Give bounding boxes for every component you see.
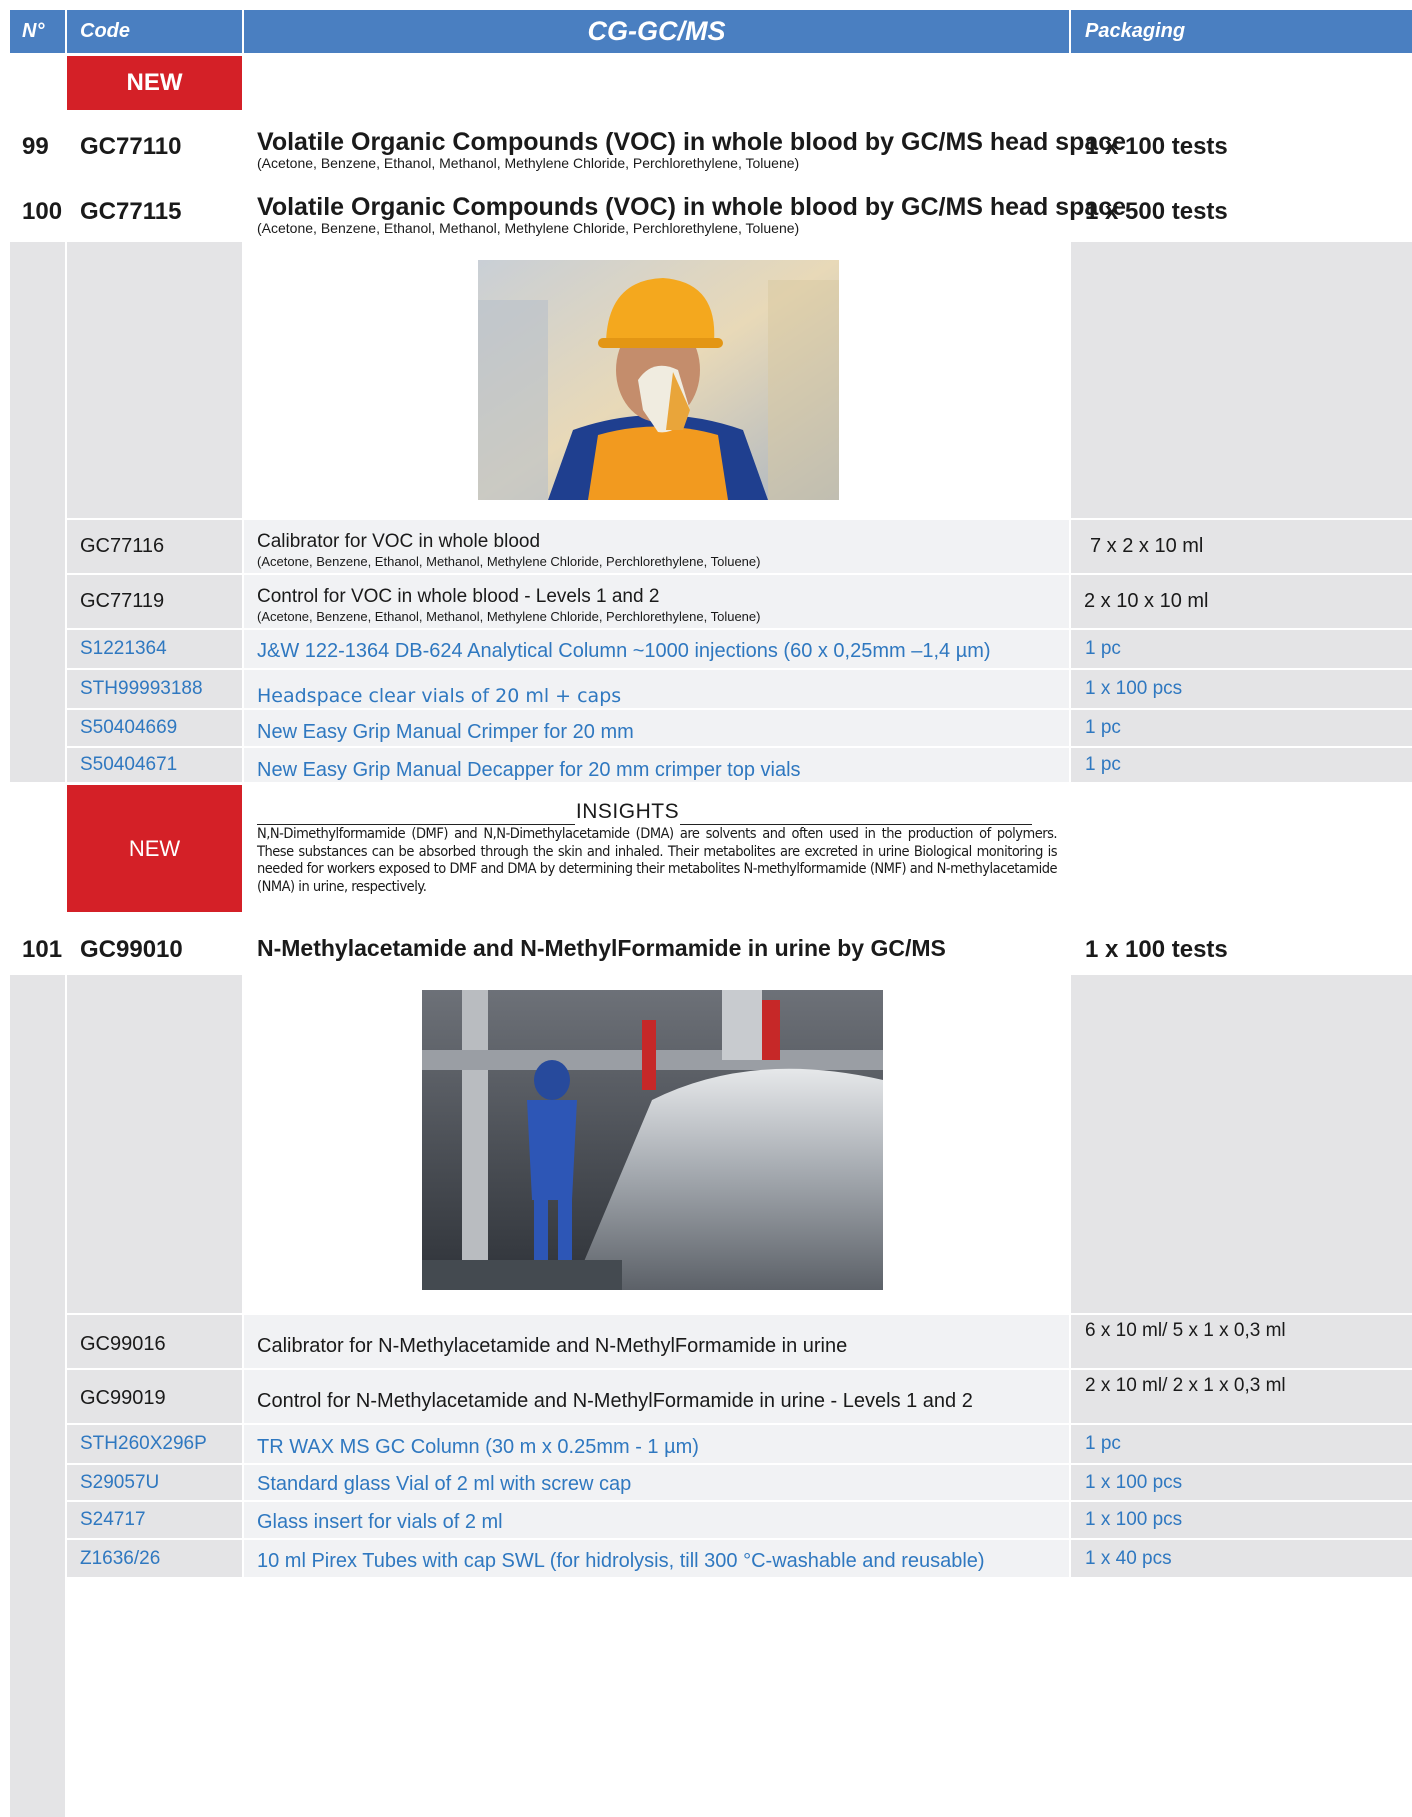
product-title: Volatile Organic Compounds (VOC) in whol… [257, 128, 1127, 156]
product-code: GC77115 [80, 198, 182, 225]
new-badge: NEW [67, 56, 242, 110]
table-row-packaging: 2 x 10 ml/ 2 x 1 x 0,3 ml [1071, 1370, 1412, 1423]
table-row-packaging: 1 pc [1071, 748, 1412, 782]
table-row-packaging: 1 x 100 pcs [1071, 1502, 1412, 1538]
table-row-packaging: 6 x 10 ml/ 5 x 1 x 0,3 ml [1071, 1315, 1412, 1368]
table-row-packaging: 2 x 10 x 10 ml [1071, 575, 1412, 628]
worker-coughing-photo [478, 260, 839, 500]
table-row-code: GC99016 [67, 1315, 242, 1368]
table-row-subtitle: (Acetone, Benzene, Ethanol, Methanol, Me… [257, 609, 761, 624]
product-title: Volatile Organic Compounds (VOC) in whol… [257, 193, 1127, 221]
table-row-description[interactable]: Standard glass Vial of 2 ml with screw c… [257, 1467, 631, 1502]
table-row-description: Calibrator for N-Methylacetamide and N-M… [257, 1334, 848, 1357]
insights-rule-right [680, 824, 1032, 825]
table-row-code[interactable]: S24717 [67, 1502, 242, 1538]
table-row-description[interactable]: J&W 122-1364 DB-624 Analytical Column ~1… [257, 632, 991, 670]
product-number: 99 [22, 133, 49, 160]
table-row-code[interactable]: STH260X296P [67, 1425, 242, 1463]
table-row-packaging: 1 pc [1071, 630, 1412, 668]
table-row-description[interactable]: New Easy Grip Manual Crimper for 20 mm [257, 714, 634, 750]
side-strip [10, 975, 65, 1817]
table-row-packaging: 1 x 100 pcs [1071, 1465, 1412, 1500]
table-row-description: Calibrator for VOC in whole blood [257, 531, 541, 552]
table-row-code[interactable]: STH99993188 [67, 670, 242, 708]
table-row-code: GC99019 [67, 1370, 242, 1423]
table-row-code[interactable]: Z1636/26 [67, 1540, 242, 1577]
header-code: Code [67, 10, 242, 53]
table-row-description[interactable]: 10 ml Pirex Tubes with cap SWL (for hidr… [257, 1543, 985, 1580]
table-row-code[interactable]: S50404669 [67, 710, 242, 746]
table-row-code[interactable]: S50404671 [67, 748, 242, 782]
table-row-code: GC77116 [67, 520, 242, 573]
product-subtitle: (Acetone, Benzene, Ethanol, Methanol, Me… [257, 155, 800, 171]
new-badge: NEW [67, 785, 242, 912]
table-row-subtitle: (Acetone, Benzene, Ethanol, Methanol, Me… [257, 554, 761, 569]
product-subtitle: (Acetone, Benzene, Ethanol, Methanol, Me… [257, 220, 800, 236]
table-row-description[interactable]: New Easy Grip Manual Decapper for 20 mm … [257, 753, 801, 787]
product-number: 101 [22, 936, 63, 963]
code-column-panel [67, 242, 242, 518]
product-packaging: 1 x 100 tests [1085, 133, 1228, 160]
packaging-column-panel [1071, 975, 1412, 1313]
table-row-packaging: 1 pc [1071, 1425, 1412, 1463]
table-row-code[interactable]: S1221364 [67, 630, 242, 668]
header-num: N° [10, 10, 65, 53]
table-row-description[interactable]: TR WAX MS GC Column (30 m x 0.25mm - 1 µ… [257, 1428, 699, 1466]
product-code: GC99010 [80, 936, 183, 963]
table-row-packaging: 1 pc [1071, 710, 1412, 746]
header-packaging: Packaging [1071, 10, 1412, 53]
side-strip [10, 242, 65, 782]
table-row-code[interactable]: S29057U [67, 1465, 242, 1500]
insights-text: N,N-Dimethylformamide (DMF) and N,N-Dime… [257, 826, 1058, 895]
insights-heading: INSIGHTS [257, 800, 1032, 826]
table-row-description: Control for VOC in whole blood - Levels … [257, 586, 660, 607]
table-row-description[interactable]: Glass insert for vials of 2 ml [257, 1504, 503, 1540]
worker-industrial-pipes-photo [422, 990, 883, 1290]
table-row-code: GC77119 [67, 575, 242, 628]
product-number: 100 [22, 198, 63, 225]
insights-rule-left [257, 824, 575, 825]
product-packaging: 1 x 100 tests [1085, 936, 1228, 963]
packaging-column-panel [1071, 242, 1412, 518]
product-code: GC77110 [80, 133, 182, 160]
table-row-description: Control for N-Methylacetamide and N-Meth… [257, 1389, 973, 1412]
table-row-packaging: 1 x 100 pcs [1071, 670, 1412, 708]
table-row-packaging: 7 x 2 x 10 ml [1071, 520, 1412, 573]
code-column-panel [67, 975, 242, 1313]
product-packaging: 1 x 500 tests [1085, 198, 1228, 225]
table-row-packaging: 1 x 40 pcs [1071, 1540, 1412, 1577]
insights-title: INSIGHTS [575, 800, 680, 823]
product-title: N-Methylacetamide and N-MethylFormamide … [257, 935, 946, 961]
header-title: CG-GC/MS [244, 10, 1069, 53]
